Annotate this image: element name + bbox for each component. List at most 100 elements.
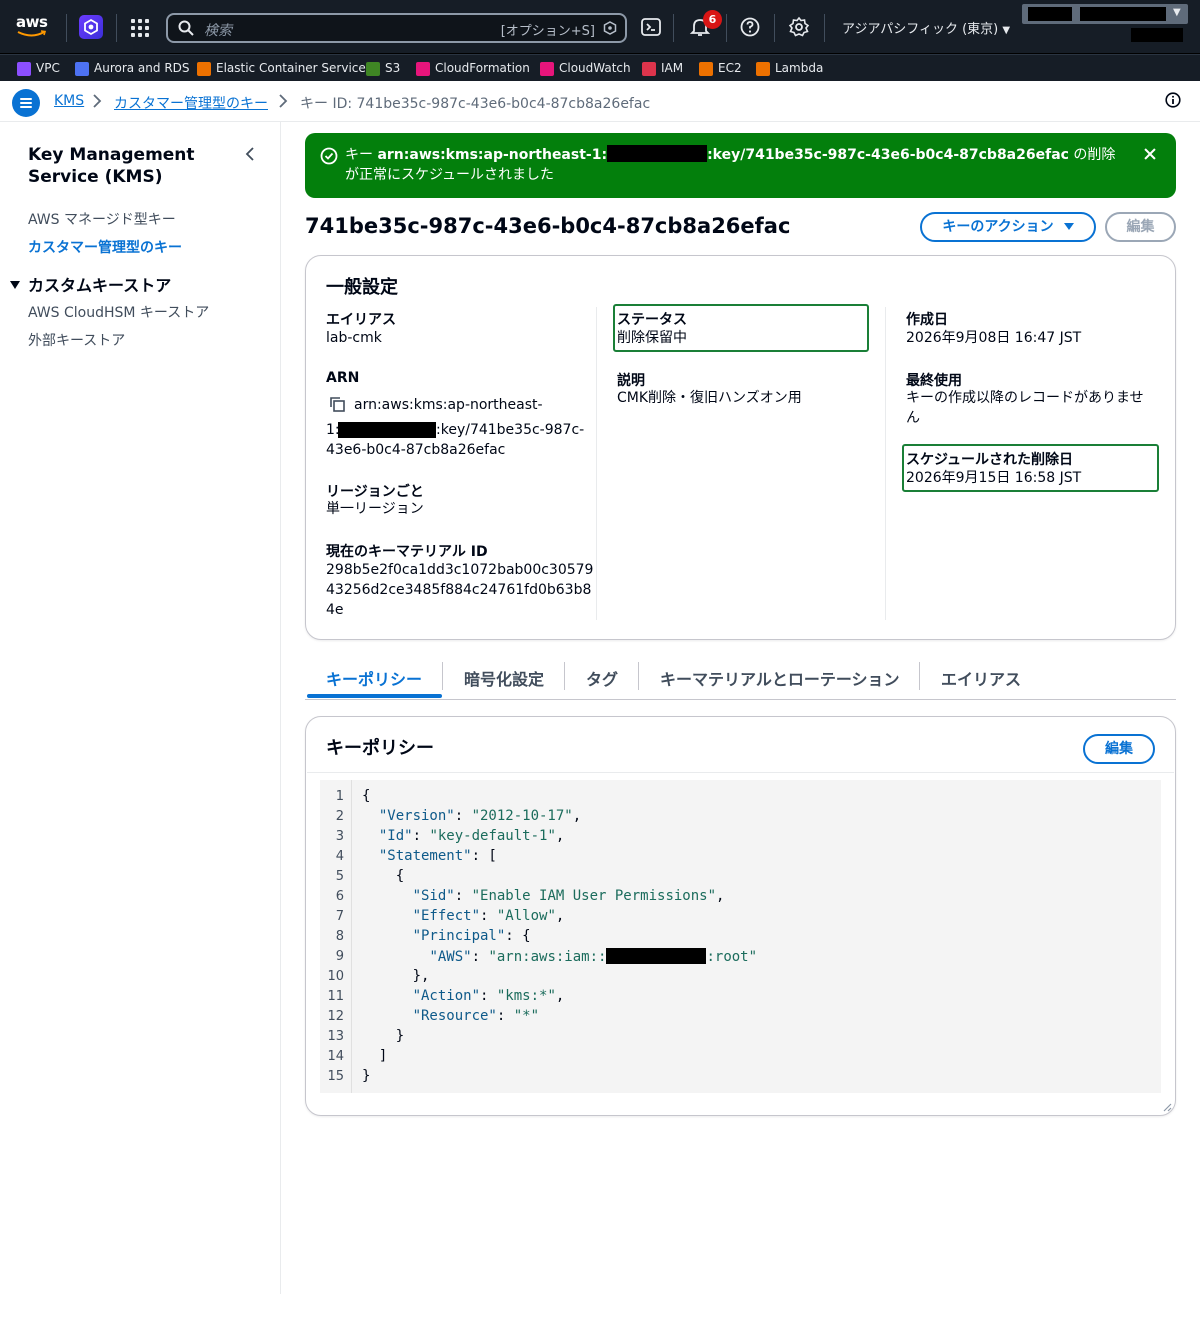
- code-string: :root": [706, 949, 758, 965]
- copy-icon[interactable]: [329, 396, 345, 412]
- code-line: "Id": "key-default-1",: [378, 828, 565, 844]
- iam-icon: [642, 62, 656, 76]
- collapse-nav-icon[interactable]: [244, 146, 256, 162]
- code-token: : [: [471, 848, 497, 864]
- last-used-line2: ん: [906, 410, 920, 426]
- tab-key-material-rotation[interactable]: キーマテリアルとローテーション: [660, 666, 900, 690]
- last-used-label: 最終使用: [906, 373, 962, 389]
- tab-divider: [919, 662, 920, 690]
- alias-label: エイリアス: [326, 312, 396, 328]
- key-actions-button[interactable]: キーのアクション: [920, 212, 1096, 242]
- status-value: 削除保留中: [617, 330, 687, 346]
- code-key: "Principal": [412, 928, 506, 944]
- line-number: 13: [327, 1029, 344, 1044]
- aws-logo[interactable]: aws: [16, 13, 50, 41]
- tab-aliases[interactable]: エイリアス: [941, 666, 1021, 690]
- aws-smile-icon: [17, 30, 47, 37]
- flash-arn-end: :key/741be35c-987c-43e6-b0c4-87cb8a26efa…: [707, 147, 1069, 163]
- breadcrumb-kms[interactable]: KMS: [54, 93, 84, 109]
- code-key: "Id": [378, 828, 413, 844]
- favorite-label: EC2: [718, 61, 742, 75]
- notification-count-badge: 6: [703, 10, 722, 29]
- favorite-label: CloudWatch: [559, 61, 631, 75]
- edit-key-button[interactable]: 編集: [1105, 212, 1176, 242]
- breadcrumb-customer-managed-keys[interactable]: カスタマー管理型のキー: [114, 93, 268, 113]
- ec2-icon: [699, 62, 713, 76]
- redacted-account-id: [338, 422, 436, 438]
- key-policy-heading: キーポリシー: [326, 738, 434, 759]
- sidebar-item-cloudhsm-keystore[interactable]: AWS CloudHSM キーストア: [28, 302, 209, 322]
- sidebar-section-custom-keystores[interactable]: カスタムキーストア: [10, 272, 171, 296]
- general-config-heading: 一般設定: [326, 277, 398, 298]
- search-placeholder: 検索: [204, 23, 232, 39]
- code-line: {: [362, 788, 370, 804]
- info-icon[interactable]: [1165, 92, 1181, 108]
- redacted-account-id: [607, 145, 708, 162]
- code-key: "Action": [412, 988, 481, 1004]
- created-value: 2026年9月08日 16:47 JST: [906, 330, 1082, 346]
- rds-icon: [75, 62, 89, 76]
- account-menu[interactable]: ▼: [1022, 4, 1188, 24]
- code-line: {: [362, 868, 404, 884]
- search-shortcut-hint: [オプション+S]: [500, 24, 595, 39]
- close-icon[interactable]: [1143, 147, 1157, 161]
- column-divider: [885, 307, 886, 620]
- code-token: }: [362, 1068, 371, 1084]
- sidebar-item-external-keystore[interactable]: 外部キーストア: [28, 330, 125, 350]
- region-selector[interactable]: アジアパシフィック (東京) ▼: [842, 18, 1010, 37]
- key-material-label: 現在のキーマテリアル ID: [326, 544, 488, 560]
- policy-code-viewer[interactable]: 1 2 3 4 5 6 7 8 9 10 11 12 13 14 15 { "V…: [320, 780, 1161, 1093]
- key-actions-label: キーのアクション: [942, 219, 1054, 235]
- tab-divider: [564, 662, 565, 690]
- caret-down-icon: [10, 280, 20, 289]
- code-string: "kms:*": [496, 988, 556, 1004]
- services-grid-icon[interactable]: [131, 19, 149, 37]
- alias-value: lab-cmk: [326, 330, 382, 346]
- code-line: "Statement": [: [362, 848, 497, 864]
- edit-policy-button[interactable]: 編集: [1083, 734, 1155, 764]
- success-flashbar: キー arn:aws:kms:ap-northeast-1: :key/741be…: [305, 133, 1176, 198]
- cloudshell-icon[interactable]: [640, 16, 662, 38]
- code-key: "Sid": [412, 888, 455, 904]
- code-line: "AWS": "arn:aws:iam:::root": [429, 948, 758, 965]
- resize-handle-icon[interactable]: [1163, 1103, 1172, 1112]
- nav-divider: [726, 14, 727, 42]
- active-tab-indicator: [307, 694, 442, 698]
- top-navigation: aws 検索 [オプション+S] 6 アジアパシフィック (東京) ▼ ▼: [0, 0, 1200, 54]
- redacted-account-id: [606, 948, 707, 964]
- code-line: ]: [362, 1048, 387, 1064]
- ecs-icon: [197, 62, 211, 76]
- code-token: }: [395, 1028, 405, 1044]
- service-title[interactable]: Key Management Service (KMS): [28, 144, 228, 188]
- arn-label: ARN: [326, 370, 360, 386]
- line-number: 15: [327, 1069, 344, 1084]
- code-line: "Action": "kms:*",: [412, 988, 565, 1004]
- line-number: 8: [335, 929, 344, 944]
- search-input[interactable]: 検索 [オプション+S]: [166, 13, 627, 43]
- code-line: },: [362, 968, 430, 984]
- cloudshell-console-icon[interactable]: [79, 15, 103, 39]
- sidebar-item-aws-managed-keys[interactable]: AWS マネージド型キー: [28, 209, 176, 229]
- code-string: "key-default-1": [429, 828, 556, 844]
- line-number: 1: [335, 789, 344, 804]
- code-string: "2012-10-17": [471, 808, 573, 824]
- flash-arn-start: arn:aws:kms:ap-northeast-1:: [377, 147, 608, 163]
- settings-gear-icon[interactable]: [788, 16, 810, 38]
- tab-tags[interactable]: タグ: [586, 666, 618, 690]
- sidebar-item-customer-managed-keys[interactable]: カスタマー管理型のキー: [28, 237, 182, 257]
- line-number: 10: [327, 969, 344, 984]
- side-menu-toggle-icon[interactable]: [12, 89, 40, 117]
- help-icon[interactable]: [739, 16, 761, 38]
- cloudformation-icon: [416, 62, 430, 76]
- key-material-line1: 298b5e2f0ca1dd3c1072bab00c30579: [326, 562, 594, 578]
- side-navigation: Key Management Service (KMS) AWS マネージド型キ…: [0, 122, 281, 1294]
- favorite-label: Lambda: [775, 61, 824, 75]
- flash-message: キー arn:aws:kms:ap-northeast-1: :key/741be…: [345, 145, 1120, 185]
- aws-logo-text: aws: [16, 13, 48, 31]
- favorite-label: CloudFormation: [435, 61, 530, 75]
- nav-divider: [824, 14, 825, 42]
- tab-key-policy[interactable]: キーポリシー: [326, 666, 422, 690]
- success-check-icon: [320, 147, 338, 165]
- tab-encryption-config[interactable]: 暗号化設定: [464, 666, 544, 690]
- flash-prefix: キー: [345, 147, 378, 163]
